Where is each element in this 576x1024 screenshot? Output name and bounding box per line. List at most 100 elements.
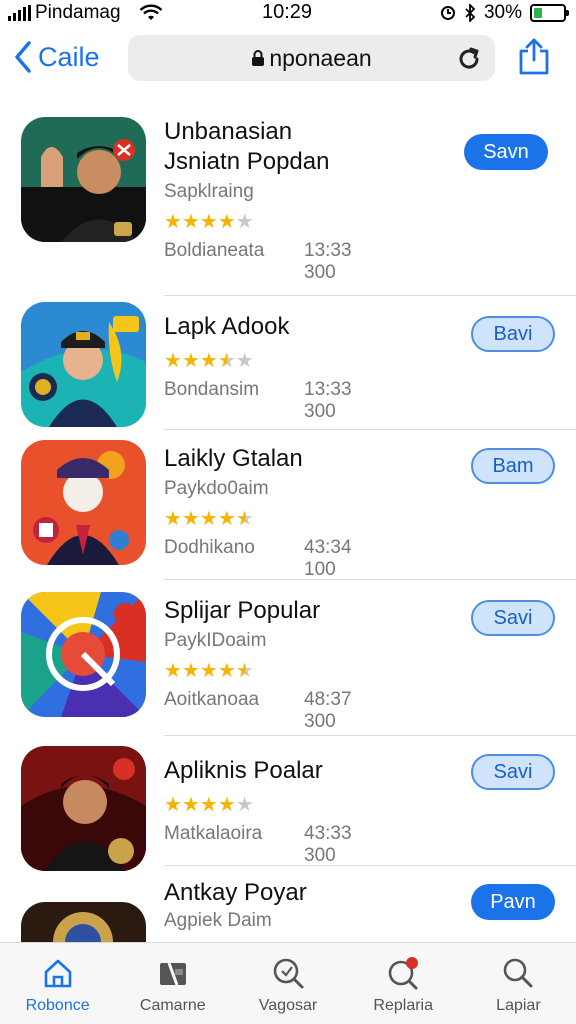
chevron-left-icon bbox=[15, 41, 31, 73]
star-icon: ★ bbox=[217, 508, 236, 530]
star-icon: ★ bbox=[235, 350, 254, 372]
games-icon bbox=[159, 962, 186, 986]
star-icon: ★ bbox=[181, 508, 200, 530]
bluetooth-icon bbox=[465, 4, 476, 22]
star-icon: ★ bbox=[164, 350, 182, 372]
back-label: Caile bbox=[38, 41, 100, 72]
updates-icon bbox=[388, 957, 419, 990]
app-icon bbox=[21, 746, 146, 871]
app-icon bbox=[21, 440, 146, 565]
status-right: 30% bbox=[440, 2, 569, 24]
tab-label: Robonce bbox=[25, 997, 90, 1014]
app-title: Laikly Gtalan bbox=[164, 445, 303, 472]
star-rating: ★★★★★ bbox=[164, 506, 303, 531]
star-icon: ★ bbox=[217, 350, 236, 372]
list-item[interactable]: Unbanasian Jsniatn Popdan Sapklraing ★★★… bbox=[0, 100, 576, 296]
star-icon: ★ bbox=[164, 660, 182, 682]
share-icon[interactable] bbox=[517, 36, 551, 76]
url-text: nponaean bbox=[269, 44, 372, 71]
tab-label: Lapiar bbox=[496, 997, 541, 1014]
app-meta: Bondansim 13:33 300 bbox=[164, 379, 352, 422]
tab-games[interactable]: Camarne bbox=[115, 943, 230, 1024]
get-button[interactable]: Savi bbox=[471, 754, 555, 790]
battery-fill bbox=[534, 8, 543, 18]
star-rating: ★★★★★ bbox=[164, 658, 320, 683]
star-icon: ★ bbox=[181, 794, 200, 816]
app-stat: 13:33 300 bbox=[304, 379, 352, 422]
star-icon: ★ bbox=[235, 211, 254, 233]
app-title: Apliknis Poalar bbox=[164, 757, 323, 784]
get-button[interactable]: Bam bbox=[471, 448, 555, 484]
star-icon: ★ bbox=[164, 794, 182, 816]
app-title-line2: Jsniatn Popdan bbox=[164, 148, 330, 175]
status-time: 10:29 bbox=[262, 1, 313, 23]
app-meta: Dodhikano 43:34 100 bbox=[164, 537, 352, 580]
app-category: Aoitkanoaa bbox=[164, 689, 260, 710]
star-icon: ★ bbox=[181, 211, 200, 233]
app-subtitle: PaykIDoaim bbox=[164, 630, 267, 651]
app-stat: 48:37 300 bbox=[304, 689, 352, 732]
app-subtitle: Sapklraing bbox=[164, 181, 254, 202]
app-category: Bondansim bbox=[164, 379, 260, 400]
tab-search[interactable]: Lapiar bbox=[461, 943, 576, 1024]
app-title: Splijar Popular bbox=[164, 597, 321, 624]
app-title: Unbanasian bbox=[164, 118, 293, 145]
tab-browse[interactable]: Vagosar bbox=[230, 943, 345, 1024]
star-icon: ★ bbox=[217, 211, 236, 233]
tab-home[interactable]: Robonce bbox=[0, 943, 115, 1024]
star-icon: ★ bbox=[199, 350, 218, 372]
list-item[interactable]: Antkay Poyar Agpiek Daim Pavn bbox=[0, 866, 576, 942]
tab-bar: Robonce Camarne Vagosar Replaria Lapiar bbox=[0, 942, 576, 1024]
app-meta: Aoitkanoaa 48:37 300 bbox=[164, 689, 352, 732]
app-icon bbox=[21, 302, 146, 427]
get-button[interactable]: Savi bbox=[471, 600, 555, 636]
alarm-icon bbox=[440, 6, 455, 20]
app-info: Antkay Poyar Agpiek Daim bbox=[164, 878, 307, 932]
star-icon: ★ bbox=[199, 211, 218, 233]
star-icon: ★ bbox=[217, 794, 236, 816]
app-title: Lapk Adook bbox=[164, 313, 290, 340]
app-stat: 43:33 300 bbox=[304, 823, 352, 866]
star-icon: ★ bbox=[199, 508, 218, 530]
star-icon: ★ bbox=[181, 350, 200, 372]
reload-icon[interactable] bbox=[455, 45, 483, 73]
star-icon: ★ bbox=[199, 660, 218, 682]
app-category: Dodhikano bbox=[164, 537, 255, 558]
app-subtitle: Agpiek Daim bbox=[164, 910, 272, 931]
app-subtitle: Paykdo0aim bbox=[164, 478, 269, 499]
wifi-icon bbox=[139, 4, 162, 20]
tab-label: Camarne bbox=[139, 997, 206, 1014]
app-info: Laikly Gtalan Paykdo0aim ★★★★★ Dodhikano… bbox=[164, 444, 352, 580]
app-stat: 43:34 100 bbox=[304, 537, 352, 580]
list-item[interactable]: Splijar Popular PaykIDoaim ★★★★★ Aoitkan… bbox=[0, 580, 576, 736]
app-icon bbox=[21, 592, 146, 717]
get-button[interactable]: Savn bbox=[464, 134, 548, 170]
battery-percent: 30% bbox=[483, 2, 522, 23]
star-rating: ★★★★★ bbox=[164, 792, 323, 817]
app-icon bbox=[21, 902, 146, 942]
status-left: Pindamag bbox=[8, 2, 163, 24]
star-rating: ★★★★★ bbox=[164, 348, 289, 373]
app-info: Lapk Adook ★★★★★ Bondansim 13:33 300 bbox=[164, 312, 352, 422]
get-button[interactable]: Pavn bbox=[471, 884, 555, 920]
lock-icon bbox=[252, 50, 265, 66]
app-info: Splijar Popular PaykIDoaim ★★★★★ Aoitkan… bbox=[164, 596, 352, 732]
tab-label: Vagosar bbox=[258, 997, 318, 1014]
back-button[interactable]: Caile bbox=[14, 40, 100, 74]
address-bar[interactable]: nponaean bbox=[128, 35, 495, 81]
list-item[interactable]: Lapk Adook ★★★★★ Bondansim 13:33 300 Bav… bbox=[0, 296, 576, 430]
app-category: Boldianeata bbox=[164, 240, 265, 261]
list-item[interactable]: Laikly Gtalan Paykdo0aim ★★★★★ Dodhikano… bbox=[0, 430, 576, 580]
app-info: Unbanasian Jsniatn Popdan Sapklraing ★★★… bbox=[164, 117, 352, 283]
list-item[interactable]: Apliknis Poalar ★★★★★ Matkalaoira 43:33 … bbox=[0, 736, 576, 871]
search-icon bbox=[504, 958, 533, 988]
tab-updates[interactable]: Replaria bbox=[346, 943, 461, 1024]
carrier-name: Pindamag bbox=[35, 2, 121, 23]
get-button[interactable]: Bavi bbox=[471, 316, 555, 352]
navigation-bar: Caile nponaean bbox=[0, 30, 576, 90]
star-icon: ★ bbox=[217, 660, 236, 682]
star-icon: ★ bbox=[235, 508, 254, 530]
star-icon: ★ bbox=[181, 660, 200, 682]
search-badge-icon bbox=[273, 958, 304, 989]
app-category: Matkalaoira bbox=[164, 823, 263, 844]
